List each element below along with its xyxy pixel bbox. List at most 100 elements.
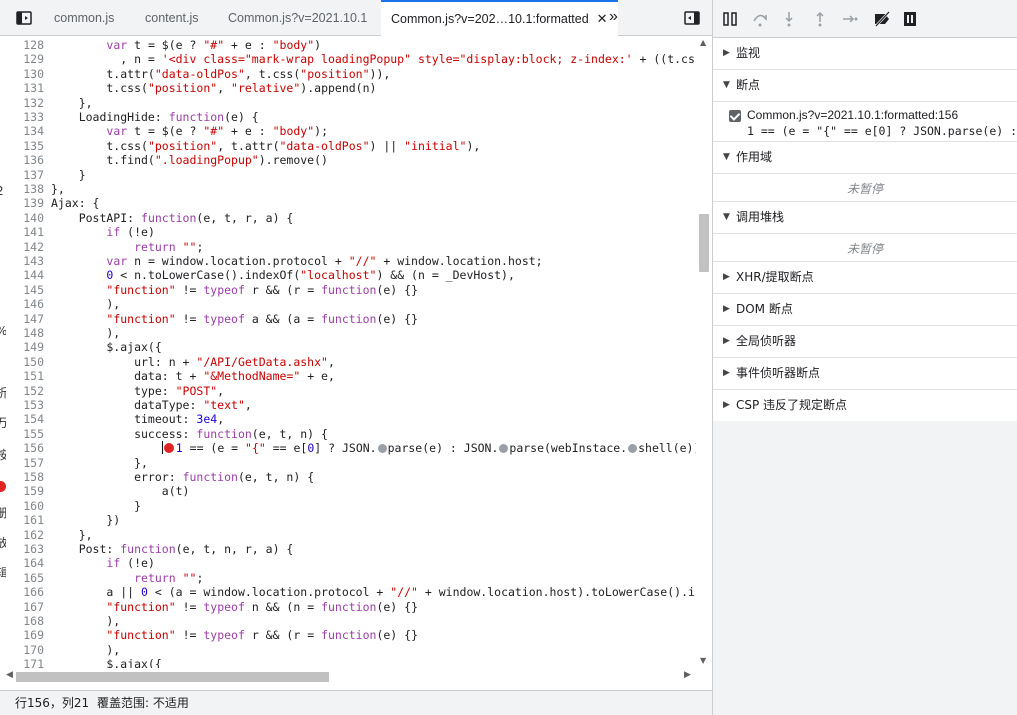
line-number[interactable]: 152 — [6, 384, 44, 398]
line-number[interactable]: 155 — [6, 427, 44, 441]
step-out-icon[interactable] — [811, 10, 829, 28]
line-source: a(t) — [51, 484, 190, 499]
line-number[interactable]: 168 — [6, 614, 44, 628]
line-number[interactable]: 171 — [6, 657, 44, 668]
line-number[interactable]: 165 — [6, 571, 44, 585]
pane-call-stack[interactable]: ▼ 调用堆栈 — [713, 202, 1017, 234]
line-number[interactable]: 167 — [6, 600, 44, 614]
step-into-icon[interactable] — [780, 10, 798, 28]
breakpoint-icon[interactable] — [163, 443, 174, 454]
line-number[interactable]: 137 — [6, 168, 44, 182]
line-source: return ""; — [134, 239, 204, 254]
pane-title: 调用堆栈 — [736, 210, 785, 224]
line-number[interactable]: 130 — [6, 67, 44, 81]
pane-title: 断点 — [736, 78, 761, 92]
tab-label: Common.js?v=202…10.1:formatted — [391, 12, 589, 26]
inline-breakpoint-icon[interactable] — [628, 444, 638, 454]
line-source: 0 < n.toLowerCase().indexOf("localhost")… — [106, 268, 515, 283]
line-source: }, — [51, 182, 65, 196]
inline-breakpoint-icon[interactable] — [499, 444, 509, 454]
pane-dom-breakpoints[interactable]: ▶ DOM 断点 — [713, 294, 1017, 326]
tab-common-js-versioned[interactable]: Common.js?v=2021.10.1 — [228, 0, 367, 36]
line-source: t.css("position", t.attr("data-oldPos") … — [51, 138, 481, 153]
pane-xhr-breakpoints[interactable]: ▶ XHR/提取断点 — [713, 262, 1017, 294]
line-number[interactable]: 132 — [6, 96, 44, 110]
close-icon[interactable]: ✕ — [597, 2, 608, 35]
line-number[interactable]: 148 — [6, 326, 44, 340]
expand-arrow-icon: ▶ — [723, 336, 730, 346]
pane-event-listener-breakpoints[interactable]: ▶ 事件侦听器断点 — [713, 358, 1017, 390]
line-number[interactable]: 161 — [6, 513, 44, 527]
line-number[interactable]: 129 — [6, 52, 44, 66]
line-number[interactable]: 135 — [6, 139, 44, 153]
line-number[interactable]: 162 — [6, 528, 44, 542]
line-number[interactable]: 160 — [6, 499, 44, 513]
line-number[interactable]: 131 — [6, 81, 44, 95]
line-number[interactable]: 142 — [6, 240, 44, 254]
line-source: var t = $(e ? "#" + e : "body"); — [106, 124, 328, 139]
scroll-thumb[interactable] — [699, 214, 709, 272]
line-number[interactable]: 166 — [6, 585, 44, 599]
scroll-left-arrow-icon[interactable]: ◀ — [6, 670, 13, 680]
line-number[interactable]: 138 — [6, 182, 44, 196]
line-number[interactable]: 158 — [6, 470, 44, 484]
breakpoint-checkbox[interactable] — [729, 110, 741, 122]
line-number[interactable]: 144 — [6, 268, 44, 282]
line-number[interactable]: 143 — [6, 254, 44, 268]
pause-icon[interactable] — [721, 10, 739, 28]
expand-arrow-icon: ▶ — [723, 400, 730, 410]
line-source: dataType: "text", — [51, 398, 252, 412]
pane-csp-breakpoints[interactable]: ▶ CSP 违反了规定断点 — [713, 390, 1017, 422]
line-number[interactable]: 164 — [6, 556, 44, 570]
line-number[interactable]: 150 — [6, 355, 44, 369]
inline-breakpoint-icon[interactable] — [377, 444, 387, 454]
line-number[interactable]: 156 — [6, 441, 44, 455]
line-number[interactable]: 136 — [6, 153, 44, 167]
more-tabs-button[interactable]: » — [609, 0, 618, 36]
scroll-thumb[interactable] — [16, 672, 329, 682]
pane-scope[interactable]: ▼ 作用域 — [713, 142, 1017, 174]
code-editor[interactable]: 128 var t = $(e ? "#" + e : "body") 129 ,… — [6, 36, 696, 668]
pane-watch[interactable]: ▶ 监视 — [713, 38, 1017, 70]
line-number[interactable]: 153 — [6, 398, 44, 412]
line-number[interactable]: 147 — [6, 312, 44, 326]
line-source: type: "POST", — [51, 383, 225, 398]
line-number[interactable]: 133 — [6, 110, 44, 124]
line-number[interactable]: 163 — [6, 542, 44, 556]
line-number[interactable]: 146 — [6, 297, 44, 311]
line-source: t.find(".loadingPopup").remove() — [51, 153, 328, 168]
line-number[interactable]: 128 — [6, 38, 44, 52]
line-number[interactable]: 141 — [6, 225, 44, 239]
step-over-icon[interactable] — [751, 10, 769, 28]
sidebar-toggle-icon[interactable] — [15, 9, 33, 27]
tab-common-js[interactable]: common.js — [54, 0, 114, 36]
line-number[interactable]: 169 — [6, 628, 44, 642]
pane-breakpoints[interactable]: ▼ 断点 — [713, 70, 1017, 102]
tab-common-js-formatted[interactable]: Common.js?v=202…10.1:formatted ✕ — [381, 0, 618, 36]
line-number[interactable]: 154 — [6, 412, 44, 426]
line-number[interactable]: 151 — [6, 369, 44, 383]
sidebar-toggle-icon[interactable] — [683, 9, 701, 27]
pause-on-exceptions-icon[interactable] — [901, 10, 919, 28]
scroll-right-arrow-icon[interactable]: ▶ — [684, 670, 691, 680]
line-number[interactable]: 149 — [6, 340, 44, 354]
tab-content-js[interactable]: content.js — [145, 0, 199, 36]
line-source: success: function(e, t, n) { — [51, 426, 328, 441]
line-number[interactable]: 159 — [6, 484, 44, 498]
line-number[interactable]: 157 — [6, 456, 44, 470]
scroll-up-arrow-icon[interactable]: ▲ — [700, 38, 706, 47]
vertical-scrollbar[interactable]: ▲ ▼ — [696, 36, 712, 668]
line-source: } — [51, 498, 142, 513]
step-icon[interactable] — [841, 10, 859, 28]
scroll-down-arrow-icon[interactable]: ▼ — [700, 656, 706, 665]
line-number[interactable]: 140 — [6, 211, 44, 225]
line-number[interactable]: 139 — [6, 196, 44, 210]
horizontal-scrollbar[interactable]: ◀ ▶ — [6, 668, 696, 686]
line-number[interactable]: 145 — [6, 283, 44, 297]
pane-global-listeners[interactable]: ▶ 全局侦听器 — [713, 326, 1017, 358]
line-source: return ""; — [134, 570, 204, 585]
line-number[interactable]: 134 — [6, 124, 44, 138]
breakpoint-location[interactable]: Common.js?v=2021.10.1:formatted:156 — [747, 108, 958, 122]
deactivate-breakpoints-icon[interactable] — [873, 10, 891, 28]
line-number[interactable]: 170 — [6, 643, 44, 657]
